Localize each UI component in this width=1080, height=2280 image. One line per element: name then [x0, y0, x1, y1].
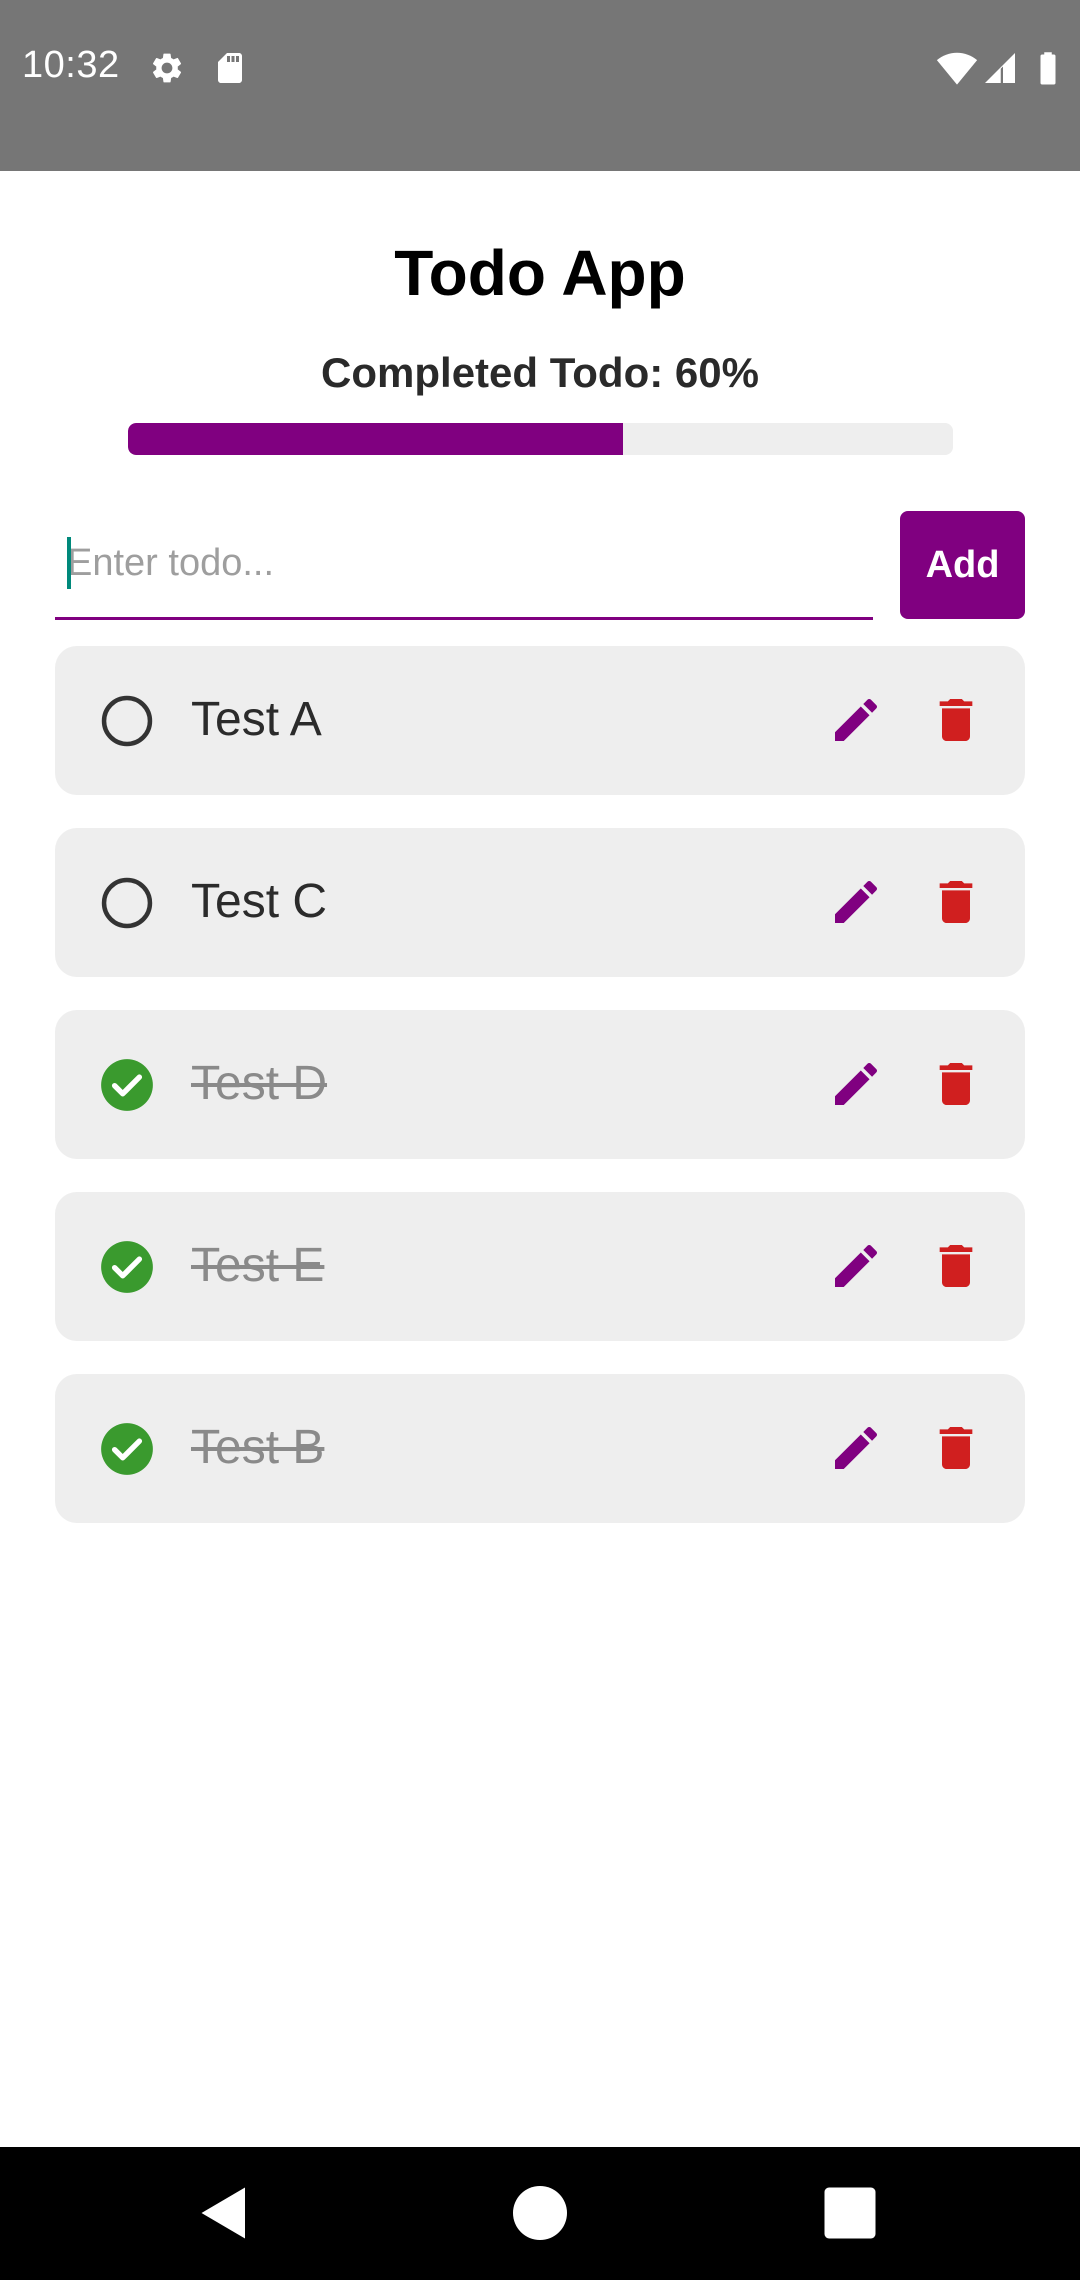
edit-button[interactable] [828, 692, 884, 748]
delete-button[interactable] [928, 1420, 984, 1476]
progress-label: Completed Todo: 60% [321, 349, 759, 396]
progress-bar-fill [128, 423, 623, 455]
wifi-icon [936, 52, 978, 85]
todo-input-container [55, 510, 873, 620]
check-circle-icon[interactable] [100, 1422, 154, 1476]
page-title: Todo App [394, 237, 686, 309]
todo-item: Test B [55, 1374, 1025, 1523]
status-bar: 10:32 [0, 0, 1080, 171]
trash-icon [939, 699, 973, 741]
battery-icon [1040, 52, 1056, 85]
pencil-icon [835, 1244, 878, 1287]
sd-card-icon [218, 53, 242, 83]
edit-button[interactable] [828, 1420, 884, 1476]
pencil-icon [835, 1062, 878, 1105]
trash-icon [939, 881, 973, 923]
todo-text: Test A [191, 693, 322, 746]
navigation-bar [0, 2147, 1080, 2280]
todo-text: Test D [191, 1057, 328, 1110]
trash-icon [939, 1427, 973, 1469]
todo-text: Test B [191, 1421, 325, 1474]
todo-item: Test D [55, 1010, 1025, 1159]
todo-item: Test E [55, 1192, 1025, 1341]
empty-circle-icon[interactable] [100, 876, 154, 930]
back-icon[interactable] [188, 2177, 260, 2249]
todo-text: Test C [191, 875, 328, 928]
trash-icon [939, 1063, 973, 1105]
trash-icon [939, 1245, 973, 1287]
progress-bar [128, 423, 953, 455]
todo-item: Test A [55, 646, 1025, 795]
edit-button[interactable] [828, 1056, 884, 1112]
check-circle-icon[interactable] [100, 1058, 154, 1112]
text-cursor [67, 537, 71, 589]
pencil-icon [835, 1426, 878, 1469]
add-button[interactable]: Add [900, 511, 1025, 619]
todo-text: Test E [191, 1239, 325, 1292]
gear-icon [153, 53, 182, 83]
todo-list: Test A Test C Test D Test E Test B [55, 646, 1025, 1556]
delete-button[interactable] [928, 1238, 984, 1294]
check-circle-icon[interactable] [100, 1240, 154, 1294]
edit-button[interactable] [828, 874, 884, 930]
pencil-icon [835, 880, 878, 923]
empty-circle-icon[interactable] [100, 694, 154, 748]
cell-signal-icon [985, 53, 1015, 83]
edit-button[interactable] [828, 1238, 884, 1294]
pencil-icon [835, 698, 878, 741]
todo-item: Test C [55, 828, 1025, 977]
home-icon[interactable] [504, 2177, 576, 2249]
todo-input[interactable] [67, 510, 867, 616]
recents-icon[interactable] [814, 2177, 886, 2249]
delete-button[interactable] [928, 874, 984, 930]
delete-button[interactable] [928, 692, 984, 748]
status-time: 10:32 [22, 44, 120, 86]
delete-button[interactable] [928, 1056, 984, 1112]
